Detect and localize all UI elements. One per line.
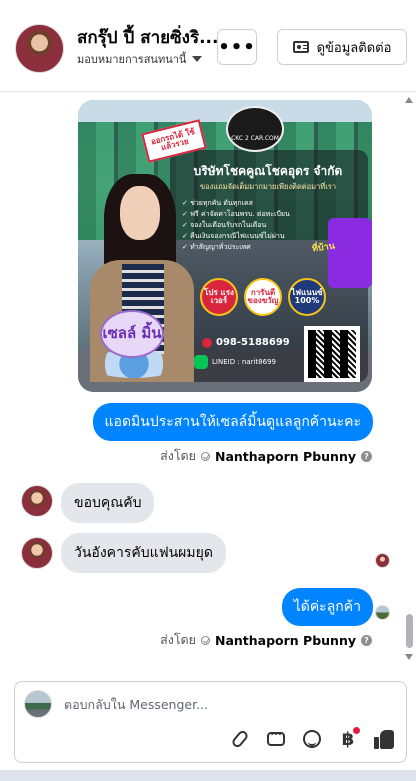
incoming-message[interactable]: วันอังคารคับแฟนผมยุด (61, 533, 226, 573)
ad-benefit: ✓ จองในเดือนรับรถในเดือน (182, 221, 267, 229)
view-contact-label: ดูข้อมูลติดต่อ (316, 40, 392, 56)
ad-line-id: LINEID : narit8699 (194, 355, 276, 369)
ad-logo: CKC 2 CAR.COM (226, 106, 284, 152)
contact-avatar[interactable] (15, 24, 64, 73)
ad-phone-number: 098-5188699 (216, 337, 290, 348)
ad-benefit: ✓ ฟรี ค่าจัดค่าโอนพรบ. ต่อทะเบียน (182, 210, 290, 218)
contact-avatar-small[interactable] (21, 485, 53, 517)
line-app-icon (194, 355, 208, 369)
ad-qr-code (304, 326, 360, 382)
ad-promo-circles: โปร แรง เวอร์ การันตี ของขวัญ ไฟแนนซ์ 10… (200, 278, 326, 316)
incoming-message[interactable]: ขอบคุณคับ (61, 483, 155, 523)
bottom-bar (0, 770, 416, 781)
assign-label: มอบหมายการสนทนานี้ (77, 53, 187, 66)
contact-card-icon (292, 41, 309, 53)
ad-name-badge: เซลล์ มิ้น (100, 310, 164, 358)
read-receipt-avatar (375, 605, 390, 620)
ad-phone: 098-5188699 (202, 337, 290, 348)
ad-line-id-text: LINEID : narit8699 (212, 358, 276, 366)
contact-avatar-small[interactable] (21, 537, 53, 569)
ad-promo-circle: โปร แรง เวอร์ (200, 278, 238, 316)
outgoing-message[interactable]: ได้ค่ะลูกค้า (281, 588, 373, 626)
page-check-icon (200, 635, 210, 645)
conversation-header: สกรุ๊ป ปี้ สายซิ่งริ... มอบหมายการสนทนาน… (0, 0, 416, 92)
sent-by-label: ส่งโดย (160, 632, 196, 647)
shared-image-advertisement[interactable]: CKC 2 CAR.COM ออกรถได้ ใช้แล้วรวย บริษัท… (78, 100, 372, 392)
page-check-icon (200, 451, 210, 461)
sent-by-label: ส่งโดย (160, 448, 196, 463)
view-contact-button[interactable]: ดูข้อมูลติดต่อ (277, 29, 407, 65)
sent-by-line: ส่งโดย Nanthaporn Pbunny ? (160, 446, 372, 466)
ad-benefits-list: ✓ ช่วยทุกคัน ดันทุกเคส ✓ ฟรี ค่าจัดค่าโอ… (182, 198, 312, 253)
like-button[interactable] (372, 727, 396, 751)
scroll-down-arrow[interactable] (405, 654, 413, 660)
saved-replies-button[interactable] (264, 727, 288, 751)
chat-bubble-icon (267, 730, 285, 746)
ad-company-name: บริษัทโชคคูณโชคอุดร จำกัด (193, 164, 343, 178)
contact-name[interactable]: สกรุ๊ป ปี้ สายซิ่งริ... (77, 24, 227, 51)
ad-tagline: ของแถมจัดเต็มมากมายเพียงติดต่อมาที่เรา (199, 182, 337, 191)
payment-button[interactable]: ฿ (336, 727, 360, 751)
reply-input[interactable] (64, 692, 384, 716)
sent-by-line: ส่งโดย Nanthaporn Pbunny ? (160, 630, 372, 650)
more-options-button[interactable]: ••• (217, 29, 257, 65)
ad-benefit: ✓ ทำสัญญาทั่วประเทศ (182, 243, 251, 251)
ad-benefit: ✓ คืนเงินจองกรณีไฟแนนซ์ไม่ผ่าน (182, 232, 285, 240)
scroll-up-arrow[interactable] (405, 97, 413, 103)
attach-button[interactable] (228, 727, 252, 751)
smile-icon (303, 730, 321, 748)
read-receipt-avatar (375, 553, 390, 568)
thumbs-up-icon (374, 729, 394, 749)
ad-sky (78, 100, 372, 122)
outgoing-message[interactable]: แอดมินประสานให้เซลล์มิ้นดูแลลูกค้านะคะ (92, 403, 373, 441)
sender-name: Nanthaporn Pbunny (214, 632, 356, 648)
ad-promo-circle: การันตี ของขวัญ (244, 278, 282, 316)
info-icon[interactable]: ? (361, 450, 372, 462)
emoji-button[interactable] (300, 727, 324, 751)
page-avatar (24, 690, 52, 718)
reply-composer: ฿ (14, 681, 407, 763)
ad-promo-circle: ไฟแนนซ์ 100% (288, 278, 326, 316)
scrollbar-thumb[interactable] (406, 614, 413, 648)
notification-dot (353, 727, 360, 734)
ad-benefit: ✓ ช่วยทุกคัน ดันทุกเคส (182, 199, 253, 207)
assign-conversation-dropdown[interactable]: มอบหมายการสนทนานี้ (77, 50, 203, 68)
info-icon[interactable]: ? (361, 634, 372, 646)
chevron-down-icon (192, 56, 203, 62)
ad-purple-tag (328, 218, 372, 288)
phone-icon (202, 337, 212, 348)
paperclip-icon (230, 728, 250, 750)
sender-name: Nanthaporn Pbunny (214, 448, 356, 464)
